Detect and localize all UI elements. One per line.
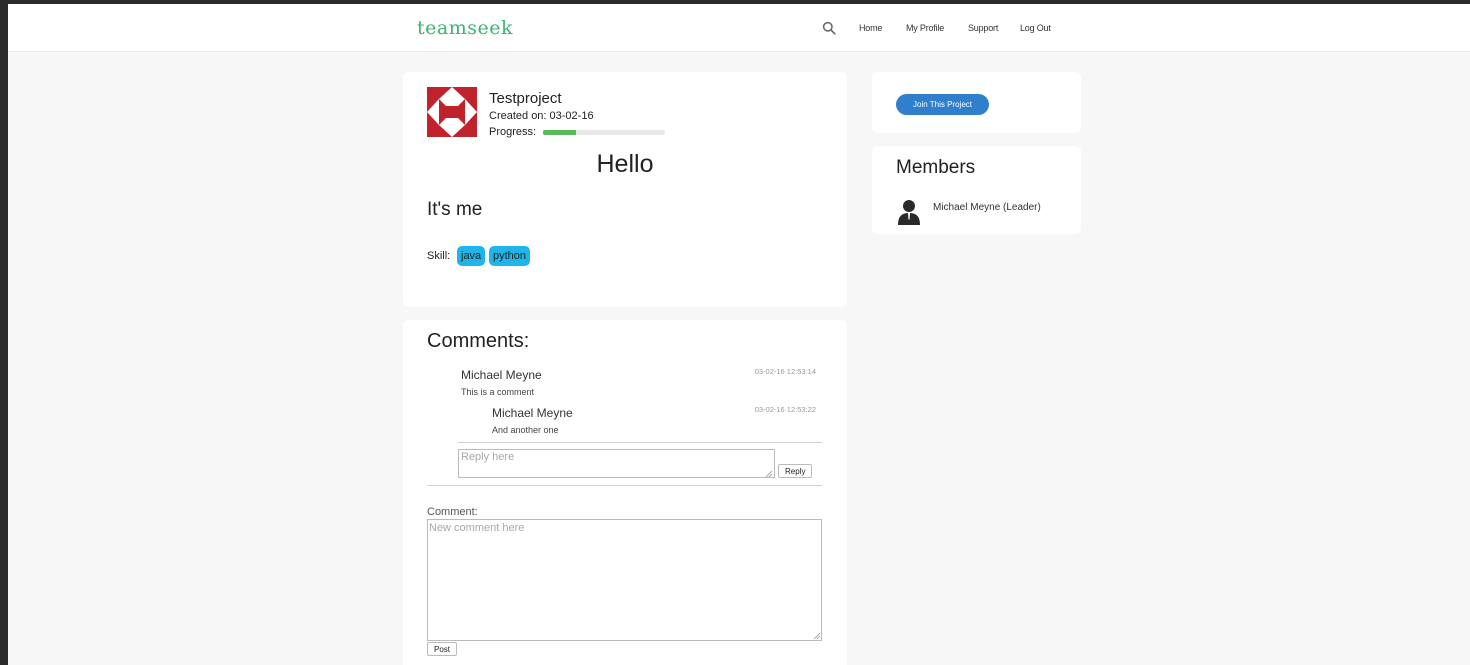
identicon-avatar [427,87,477,137]
resize-grip-icon[interactable] [813,632,821,640]
reply-button[interactable]: Reply [778,464,813,478]
app-window: teamseek Home My Profile Support Log Out [8,4,1470,665]
comment-author: Michael Meyne [461,368,542,382]
top-navbar: teamseek Home My Profile Support Log Out [8,4,1470,52]
reply-input[interactable] [458,449,775,478]
user-silhouette-icon [898,200,920,225]
progress-bar [543,130,665,135]
nav-my-profile-link[interactable]: My Profile [906,23,944,33]
skill-tag-java[interactable]: java [457,246,486,266]
nav-home-link[interactable]: Home [859,23,882,33]
members-heading: Members [896,157,976,178]
post-button[interactable]: Post [427,642,458,656]
comment-label: Comment: [427,506,478,518]
project-title: Testproject [489,90,562,107]
skill-label: Skill: [427,250,451,262]
reply-timestamp: 03-02-16 12:53:22 [754,405,816,414]
members-card: Members Michael Meyne (Leader) [872,146,1081,234]
new-comment-input[interactable] [427,519,822,641]
brand-logo[interactable]: teamseek [417,17,513,39]
skill-tag-python[interactable]: python [489,246,531,266]
project-card: Testproject Created on: 03-02-16 Progres… [403,72,847,307]
reply-text: And another one [492,425,559,435]
nav-support-link[interactable]: Support [968,23,998,33]
project-created-date: Created on: 03-02-16 [489,110,594,122]
progress-label: Progress: [489,126,537,138]
join-project-button[interactable]: Join This Project [896,94,989,115]
resize-grip-icon[interactable] [765,470,773,478]
project-description: It's me [427,199,483,220]
comments-card: Comments: Michael Meyne 03-02-16 12:53:1… [403,320,847,665]
reply-author: Michael Meyne [492,406,573,420]
nav-logout-link[interactable]: Log Out [1020,23,1051,33]
member-name[interactable]: Michael Meyne (Leader) [933,202,1041,213]
comments-heading: Comments: [427,330,530,352]
search-icon[interactable] [822,21,836,35]
progress-bar-fill [543,130,576,135]
divider [427,485,822,486]
comment-text: This is a comment [461,387,535,397]
project-heading: Hello [596,150,654,178]
divider [458,442,822,443]
comment-timestamp: 03-02-16 12:53:14 [754,367,816,376]
join-card: Join This Project [872,72,1081,133]
